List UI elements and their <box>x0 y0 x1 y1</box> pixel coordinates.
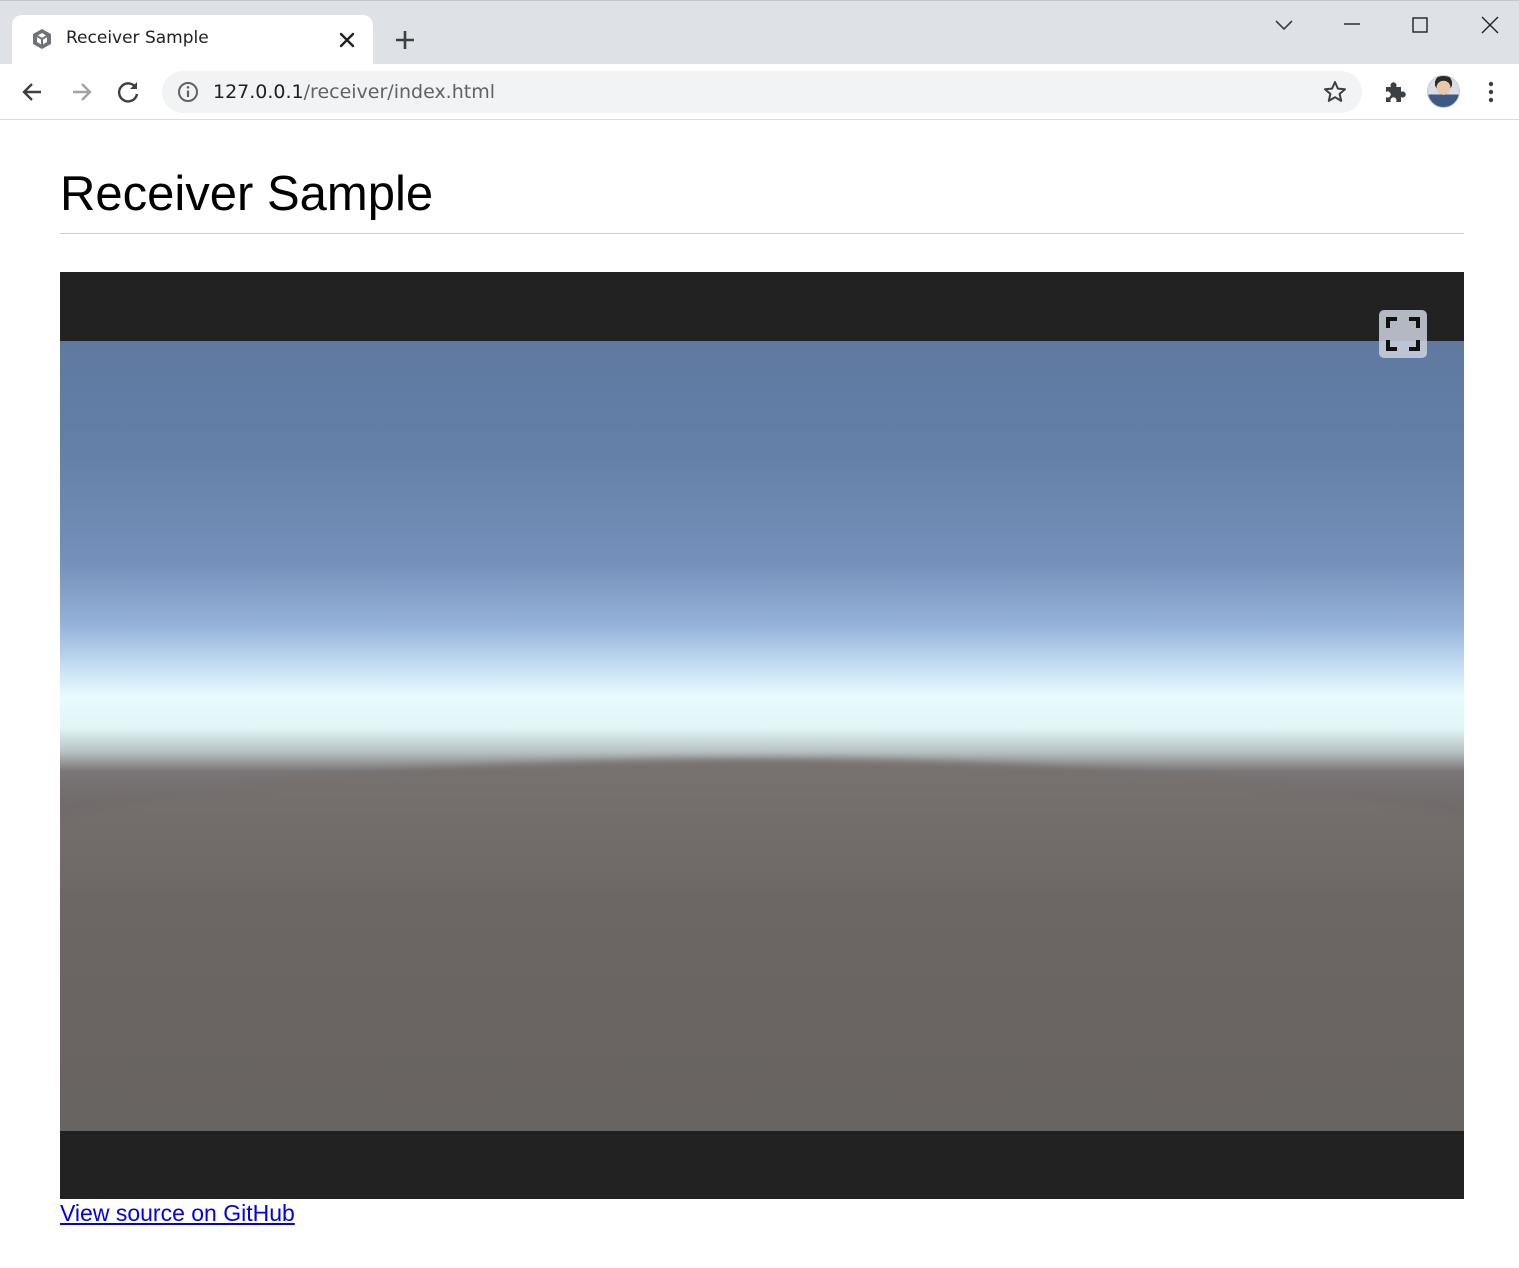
video-stream[interactable] <box>60 341 1464 1131</box>
url-host: 127.0.0.1 <box>213 81 304 103</box>
info-icon[interactable] <box>176 80 200 104</box>
github-source-link[interactable]: View source on GitHub <box>60 1198 295 1228</box>
minimize-icon[interactable] <box>1338 11 1366 39</box>
browser-tab-strip: Receiver Sample <box>0 0 1519 67</box>
ground-plane <box>60 759 1464 889</box>
maximize-icon[interactable] <box>1406 11 1434 39</box>
video-player[interactable] <box>60 272 1464 1199</box>
tab-title: Receiver Sample <box>66 28 209 48</box>
arrow-left-icon[interactable] <box>19 78 47 106</box>
close-icon[interactable] <box>1476 11 1504 39</box>
arrow-right-icon[interactable] <box>67 78 95 106</box>
address-bar[interactable]: 127.0.0.1/receiver/index.html <box>162 71 1362 113</box>
star-icon[interactable] <box>1322 79 1348 105</box>
url-text[interactable]: 127.0.0.1/receiver/index.html <box>213 81 495 103</box>
plus-icon[interactable] <box>392 27 418 53</box>
unity-logo-icon <box>33 29 51 49</box>
puzzle-icon[interactable] <box>1381 78 1409 106</box>
reload-icon[interactable] <box>115 78 143 106</box>
browser-tab[interactable]: Receiver Sample <box>12 15 373 67</box>
close-icon[interactable] <box>336 29 358 51</box>
profile-avatar[interactable] <box>1427 75 1460 108</box>
browser-toolbar: 127.0.0.1/receiver/index.html <box>0 64 1519 120</box>
fullscreen-button[interactable] <box>1379 310 1427 358</box>
page-title: Receiver Sample <box>60 167 434 221</box>
fullscreen-icon <box>1386 317 1420 351</box>
url-path: /receiver/index.html <box>303 81 496 103</box>
title-divider <box>60 233 1464 234</box>
kebab-menu-icon[interactable] <box>1477 78 1505 106</box>
chevron-down-icon[interactable] <box>1270 11 1298 39</box>
